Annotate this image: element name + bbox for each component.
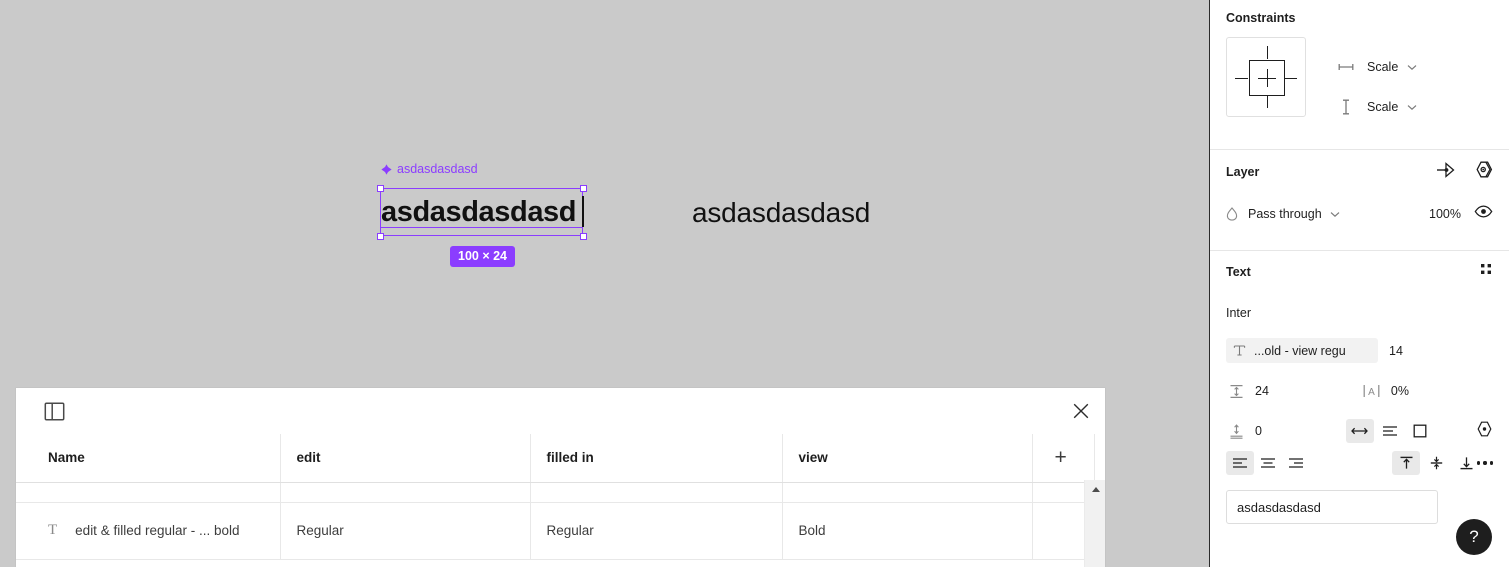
sidebar-toggle-icon[interactable] <box>42 399 66 423</box>
component-diamond-icon <box>381 163 392 175</box>
text-type-icon <box>1233 344 1246 357</box>
blend-mode-label[interactable]: Pass through <box>1248 207 1322 221</box>
cell-view <box>782 482 1033 503</box>
cell-filled-in <box>530 482 783 503</box>
constraints-widget[interactable] <box>1226 37 1306 117</box>
dimension-badge: 100 × 24 <box>450 246 516 267</box>
constraints-section: Constraints Scale Scale <box>1210 0 1509 149</box>
horizontal-resize-icon <box>1335 62 1357 72</box>
align-right-button[interactable] <box>1282 451 1310 475</box>
cell-edit: Regular <box>280 502 531 560</box>
text-title: Text <box>1226 264 1251 279</box>
constraint-arm-top[interactable] <box>1266 46 1268 59</box>
layer-opacity-value[interactable]: 100% <box>1429 207 1461 221</box>
layer-title: Layer <box>1226 165 1260 179</box>
column-header-name[interactable]: Name <box>16 434 281 483</box>
letter-spacing-control[interactable]: A 0% <box>1362 384 1409 398</box>
resize-auto-height-button[interactable] <box>1376 419 1404 443</box>
text-baseline-indicator <box>381 227 582 229</box>
font-style-field[interactable]: ...old - view regu <box>1226 338 1378 363</box>
properties-panel: Constraints Scale Scale Layer Pass throu… <box>1209 0 1509 567</box>
visibility-eye-icon[interactable] <box>1474 205 1493 223</box>
resize-fixed-size-button[interactable] <box>1406 419 1434 443</box>
selected-text-node[interactable]: asdasdasdasd <box>381 196 582 228</box>
chevron-down-icon <box>1407 64 1417 71</box>
table-row[interactable] <box>16 482 1095 503</box>
svg-text:A: A <box>1369 387 1376 398</box>
align-left-button[interactable] <box>1226 451 1254 475</box>
type-detail-dots-icon[interactable] <box>1479 262 1493 281</box>
align-center-button[interactable] <box>1254 451 1282 475</box>
column-header-edit[interactable]: edit <box>280 434 531 483</box>
chevron-down-icon <box>1407 104 1417 111</box>
line-height-control[interactable]: 24 <box>1226 384 1269 399</box>
constraints-center-plus-vertical <box>1266 69 1268 87</box>
vertical-constraint-label: Scale <box>1367 100 1399 114</box>
font-style-value: ...old - view regu <box>1254 343 1346 358</box>
selection-handle-bottom-left[interactable] <box>376 232 384 240</box>
line-height-icon <box>1226 384 1246 399</box>
data-table: Name edit filled in view + T edit & fill… <box>16 434 1095 560</box>
vertical-scrollbar[interactable] <box>1084 480 1105 567</box>
cell-edit <box>280 482 531 503</box>
export-arrow-icon[interactable] <box>1436 161 1455 183</box>
text-edit-caret <box>582 196 584 227</box>
cell-name: T edit & filled regular - ... bold <box>16 502 281 560</box>
more-options-icon[interactable] <box>1476 461 1493 465</box>
horizontal-constraint-dropdown[interactable]: Scale <box>1335 47 1417 87</box>
font-family-value[interactable]: Inter <box>1226 306 1493 320</box>
line-height-value: 24 <box>1255 384 1269 398</box>
selection-handle-top-right[interactable] <box>579 184 587 192</box>
help-button[interactable]: ? <box>1456 519 1492 555</box>
chevron-down-icon[interactable] <box>1330 211 1340 218</box>
resize-auto-width-button[interactable] <box>1345 419 1374 443</box>
modal-header <box>16 388 1105 434</box>
font-size-value[interactable]: 14 <box>1389 344 1403 358</box>
constraint-arm-right[interactable] <box>1284 77 1297 79</box>
component-label-text: asdasdasdasd <box>397 162 478 176</box>
selection-handle-top-left[interactable] <box>376 184 384 192</box>
close-icon[interactable] <box>1069 399 1093 423</box>
table-header-row: Name edit filled in view + <box>16 434 1095 483</box>
paragraph-spacing-control[interactable]: 0 <box>1226 423 1262 439</box>
column-header-filled-in[interactable]: filled in <box>530 434 783 483</box>
layer-section: Layer Pass through 100% <box>1210 149 1509 250</box>
letter-spacing-value: 0% <box>1390 384 1409 398</box>
text-settings-icon[interactable] <box>1476 421 1493 442</box>
table-row[interactable]: T edit & filled regular - ... bold Regul… <box>16 502 1095 560</box>
constraints-title: Constraints <box>1226 11 1296 25</box>
secondary-text-node[interactable]: asdasdasdasd <box>692 197 870 229</box>
scroll-up-arrow-icon[interactable] <box>1085 480 1105 498</box>
table-scroll-area[interactable]: Name edit filled in view + T edit & fill… <box>16 434 1105 567</box>
constraint-arm-bottom[interactable] <box>1266 95 1268 108</box>
valign-top-button[interactable] <box>1392 451 1420 475</box>
paragraph-spacing-icon <box>1226 423 1246 439</box>
cell-name <box>16 482 281 503</box>
valign-middle-button[interactable] <box>1422 451 1450 475</box>
table-modal: Name edit filled in view + T edit & fill… <box>16 388 1105 567</box>
paragraph-spacing-value: 0 <box>1255 424 1262 438</box>
cell-filled-in: Regular <box>530 502 783 560</box>
constraint-arm-left[interactable] <box>1235 77 1248 79</box>
dot <box>1489 461 1493 465</box>
dot <box>1483 461 1487 465</box>
blend-mode-icon <box>1226 207 1244 221</box>
text-content-input[interactable]: asdasdasdasd <box>1226 490 1438 524</box>
vertical-resize-icon <box>1335 99 1357 115</box>
text-layer-icon: T <box>48 522 58 538</box>
cell-name-text: edit & filled regular - ... bold <box>75 523 240 538</box>
letter-spacing-icon: A <box>1362 384 1382 398</box>
text-section: Text Inter ...old - view regu 14 24 A 0%… <box>1210 250 1509 524</box>
selection-handle-bottom-right[interactable] <box>579 232 587 240</box>
column-header-view[interactable]: view <box>782 434 1033 483</box>
dot <box>1476 461 1481 465</box>
cell-view: Bold <box>782 502 1033 560</box>
component-label[interactable]: asdasdasdasd <box>381 162 478 176</box>
horizontal-constraint-label: Scale <box>1367 60 1399 74</box>
app-root: asdasdasdasd asdasdasdasd 100 × 24 asdas… <box>0 0 1509 567</box>
add-column-button[interactable]: + <box>1032 434 1095 483</box>
valign-bottom-button[interactable] <box>1452 451 1480 475</box>
mask-icon[interactable] <box>1475 161 1493 183</box>
vertical-constraint-dropdown[interactable]: Scale <box>1335 87 1417 127</box>
